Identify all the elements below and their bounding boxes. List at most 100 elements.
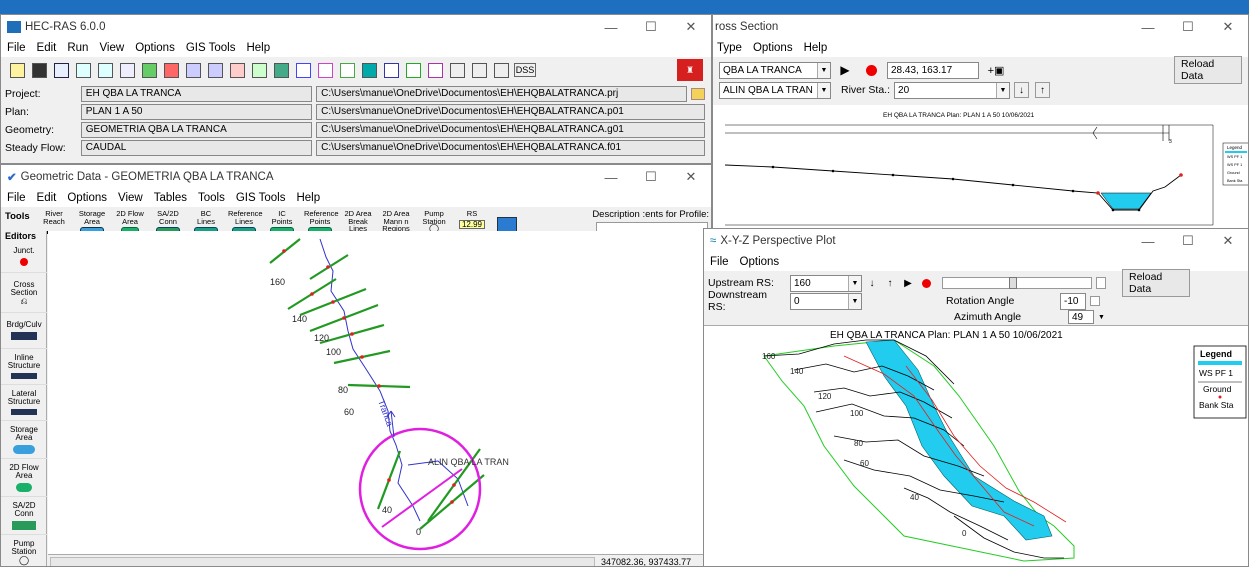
chevron-down-icon: ▼	[996, 82, 1010, 98]
arrow-down-icon[interactable]: ↓	[1014, 82, 1030, 98]
xyz-plot-icon[interactable]	[359, 60, 379, 80]
cross-menu-type[interactable]: Type	[717, 42, 742, 54]
save-project-icon[interactable]	[29, 60, 49, 80]
menu-run[interactable]: Run	[67, 42, 88, 54]
open-folder-icon[interactable]	[691, 88, 705, 100]
downstream-value: 0	[794, 295, 800, 307]
summary-table-icon[interactable]	[469, 60, 489, 80]
arrow-up-icon[interactable]: ↑	[1035, 82, 1051, 98]
steady-analysis-icon[interactable]	[183, 60, 203, 80]
downstream-select[interactable]: 0 ▼	[790, 292, 862, 310]
unsteady-analysis-icon[interactable]	[205, 60, 225, 80]
2d-flow-area-editor-icon	[16, 482, 32, 492]
cross-menu-help[interactable]: Help	[804, 42, 828, 54]
upstream-select[interactable]: 160 ▼	[790, 274, 862, 292]
azimuth-spin-icon[interactable]: ▼	[1098, 314, 1105, 321]
xyz-arrow-up-icon[interactable]: ↑	[884, 273, 896, 293]
cross-maximize-button[interactable]: ☐	[1168, 15, 1208, 39]
xyz-menu-file[interactable]: File	[710, 256, 729, 268]
quasi-unsteady-icon[interactable]	[117, 60, 137, 80]
reach-select[interactable]: ALIN QBA LA TRAN ▼	[719, 81, 831, 99]
cross-legend-ground: Ground	[1227, 171, 1240, 175]
profile-plot-icon[interactable]	[315, 60, 335, 80]
geo-menu-edit[interactable]: Edit	[37, 192, 57, 204]
geo-menu-view[interactable]: View	[118, 192, 143, 204]
menu-edit[interactable]: Edit	[37, 42, 57, 54]
add-camera-icon[interactable]: +▣	[983, 60, 1009, 80]
unsteady-flow-icon[interactable]	[95, 60, 115, 80]
xyz-play-icon[interactable]: ▶	[902, 273, 914, 293]
pump-station-editor-button[interactable]: Pump Station ◯	[1, 535, 47, 566]
corps-logo-icon: ♜	[677, 59, 703, 81]
geometric-canvas[interactable]: 160 140 120 100 80 60 40 0 ALIN QBA LA T…	[48, 231, 711, 554]
general-profile-icon[interactable]	[403, 60, 423, 80]
play-icon[interactable]: ▶	[835, 60, 855, 80]
rotation-slider-thumb[interactable]	[1009, 277, 1017, 289]
inline-structure-editor-button[interactable]: Inline Structure	[1, 349, 47, 385]
minimize-button[interactable]: —	[591, 15, 631, 39]
xyz-arrow-down-icon[interactable]: ↓	[866, 273, 878, 293]
xyz-menu-options[interactable]: Options	[740, 256, 780, 268]
menu-gis-tools[interactable]: GIS Tools	[186, 42, 236, 54]
profile-table-icon[interactable]	[447, 60, 467, 80]
xyz-maximize-button[interactable]: ☐	[1168, 229, 1208, 253]
river-sta-value: 20	[898, 84, 910, 96]
geo-minimize-button[interactable]: —	[591, 165, 631, 189]
menu-file[interactable]: File	[7, 42, 26, 54]
geometric-menubar: File Edit Options View Tables Tools GIS …	[1, 189, 711, 207]
xyz-reload-button[interactable]: Reload Data	[1122, 269, 1190, 297]
hydraulic-design-icon[interactable]	[249, 60, 269, 80]
detailed-output-icon[interactable]	[425, 60, 445, 80]
geo-menu-options[interactable]: Options	[67, 192, 107, 204]
2d-flow-area-editor-button[interactable]: 2D Flow Area	[1, 459, 47, 497]
horizontal-scrollbar[interactable]	[50, 556, 595, 566]
xyz-minimize-button[interactable]: —	[1128, 229, 1168, 253]
water-quality-icon[interactable]	[161, 60, 181, 80]
xyz-record-icon[interactable]	[920, 273, 932, 293]
sa-2d-conn-editor-button[interactable]: SA/2D Conn	[1, 497, 47, 535]
menu-view[interactable]: View	[99, 42, 124, 54]
geo-close-button[interactable]: ✕	[671, 165, 711, 189]
cross-section-plot-icon[interactable]	[293, 60, 313, 80]
steady-flow-icon[interactable]	[73, 60, 93, 80]
xyz-close-button[interactable]: ✕	[1208, 229, 1248, 253]
geometry-editor-icon[interactable]	[51, 60, 71, 80]
junction-editor-button[interactable]: Junct.	[1, 241, 47, 273]
geo-menu-tools[interactable]: Tools	[198, 192, 225, 204]
cross-close-button[interactable]: ✕	[1208, 15, 1248, 39]
rating-curve-icon[interactable]	[337, 60, 357, 80]
rotation-field[interactable]: -10	[1060, 292, 1086, 310]
geo-menu-file[interactable]: File	[7, 192, 26, 204]
lateral-structure-editor-button[interactable]: Lateral Structure	[1, 385, 47, 421]
cross-menu-options[interactable]: Options	[753, 42, 793, 54]
sediment-analysis-icon[interactable]	[227, 60, 247, 80]
geometry-path-field: C:\Users\manue\OneDrive\Documentos\EH\EH…	[316, 122, 705, 138]
spin-buttons[interactable]	[1096, 277, 1106, 289]
ras-mapper-icon[interactable]	[271, 60, 291, 80]
geo-menu-help[interactable]: Help	[296, 192, 320, 204]
cross-section-editor-button[interactable]: Cross Section ⎌	[1, 273, 47, 313]
dss-button[interactable]: DSS	[513, 60, 537, 80]
rotation-checkbox[interactable]	[1090, 296, 1100, 306]
maximize-button[interactable]: ☐	[631, 15, 671, 39]
menu-options[interactable]: Options	[135, 42, 175, 54]
storage-area-editor-button[interactable]: Storage Area	[1, 421, 47, 459]
bridge-culvert-editor-button[interactable]: Brdg/Culv	[1, 313, 47, 349]
open-project-icon[interactable]	[7, 60, 27, 80]
geo-menu-tables[interactable]: Tables	[154, 192, 187, 204]
summary-errors-icon[interactable]	[491, 60, 511, 80]
river-select[interactable]: QBA LA TRANCA ▼	[719, 61, 831, 79]
sta-label-140: 140	[292, 314, 307, 324]
river-sta-select[interactable]: 20 ▼	[894, 81, 1011, 99]
close-button[interactable]: ✕	[671, 15, 711, 39]
menu-help[interactable]: Help	[246, 42, 270, 54]
geo-menu-gis-tools[interactable]: GIS Tools	[236, 192, 286, 204]
rotation-slider[interactable]	[942, 277, 1092, 289]
sediment-icon[interactable]	[139, 60, 159, 80]
geo-maximize-button[interactable]: ☐	[631, 165, 671, 189]
record-icon[interactable]	[861, 60, 881, 80]
cross-reload-button[interactable]: Reload Data	[1174, 56, 1242, 84]
hydrograph-icon[interactable]	[381, 60, 401, 80]
cross-minimize-button[interactable]: —	[1128, 15, 1168, 39]
azimuth-field[interactable]: 49	[1068, 310, 1094, 324]
